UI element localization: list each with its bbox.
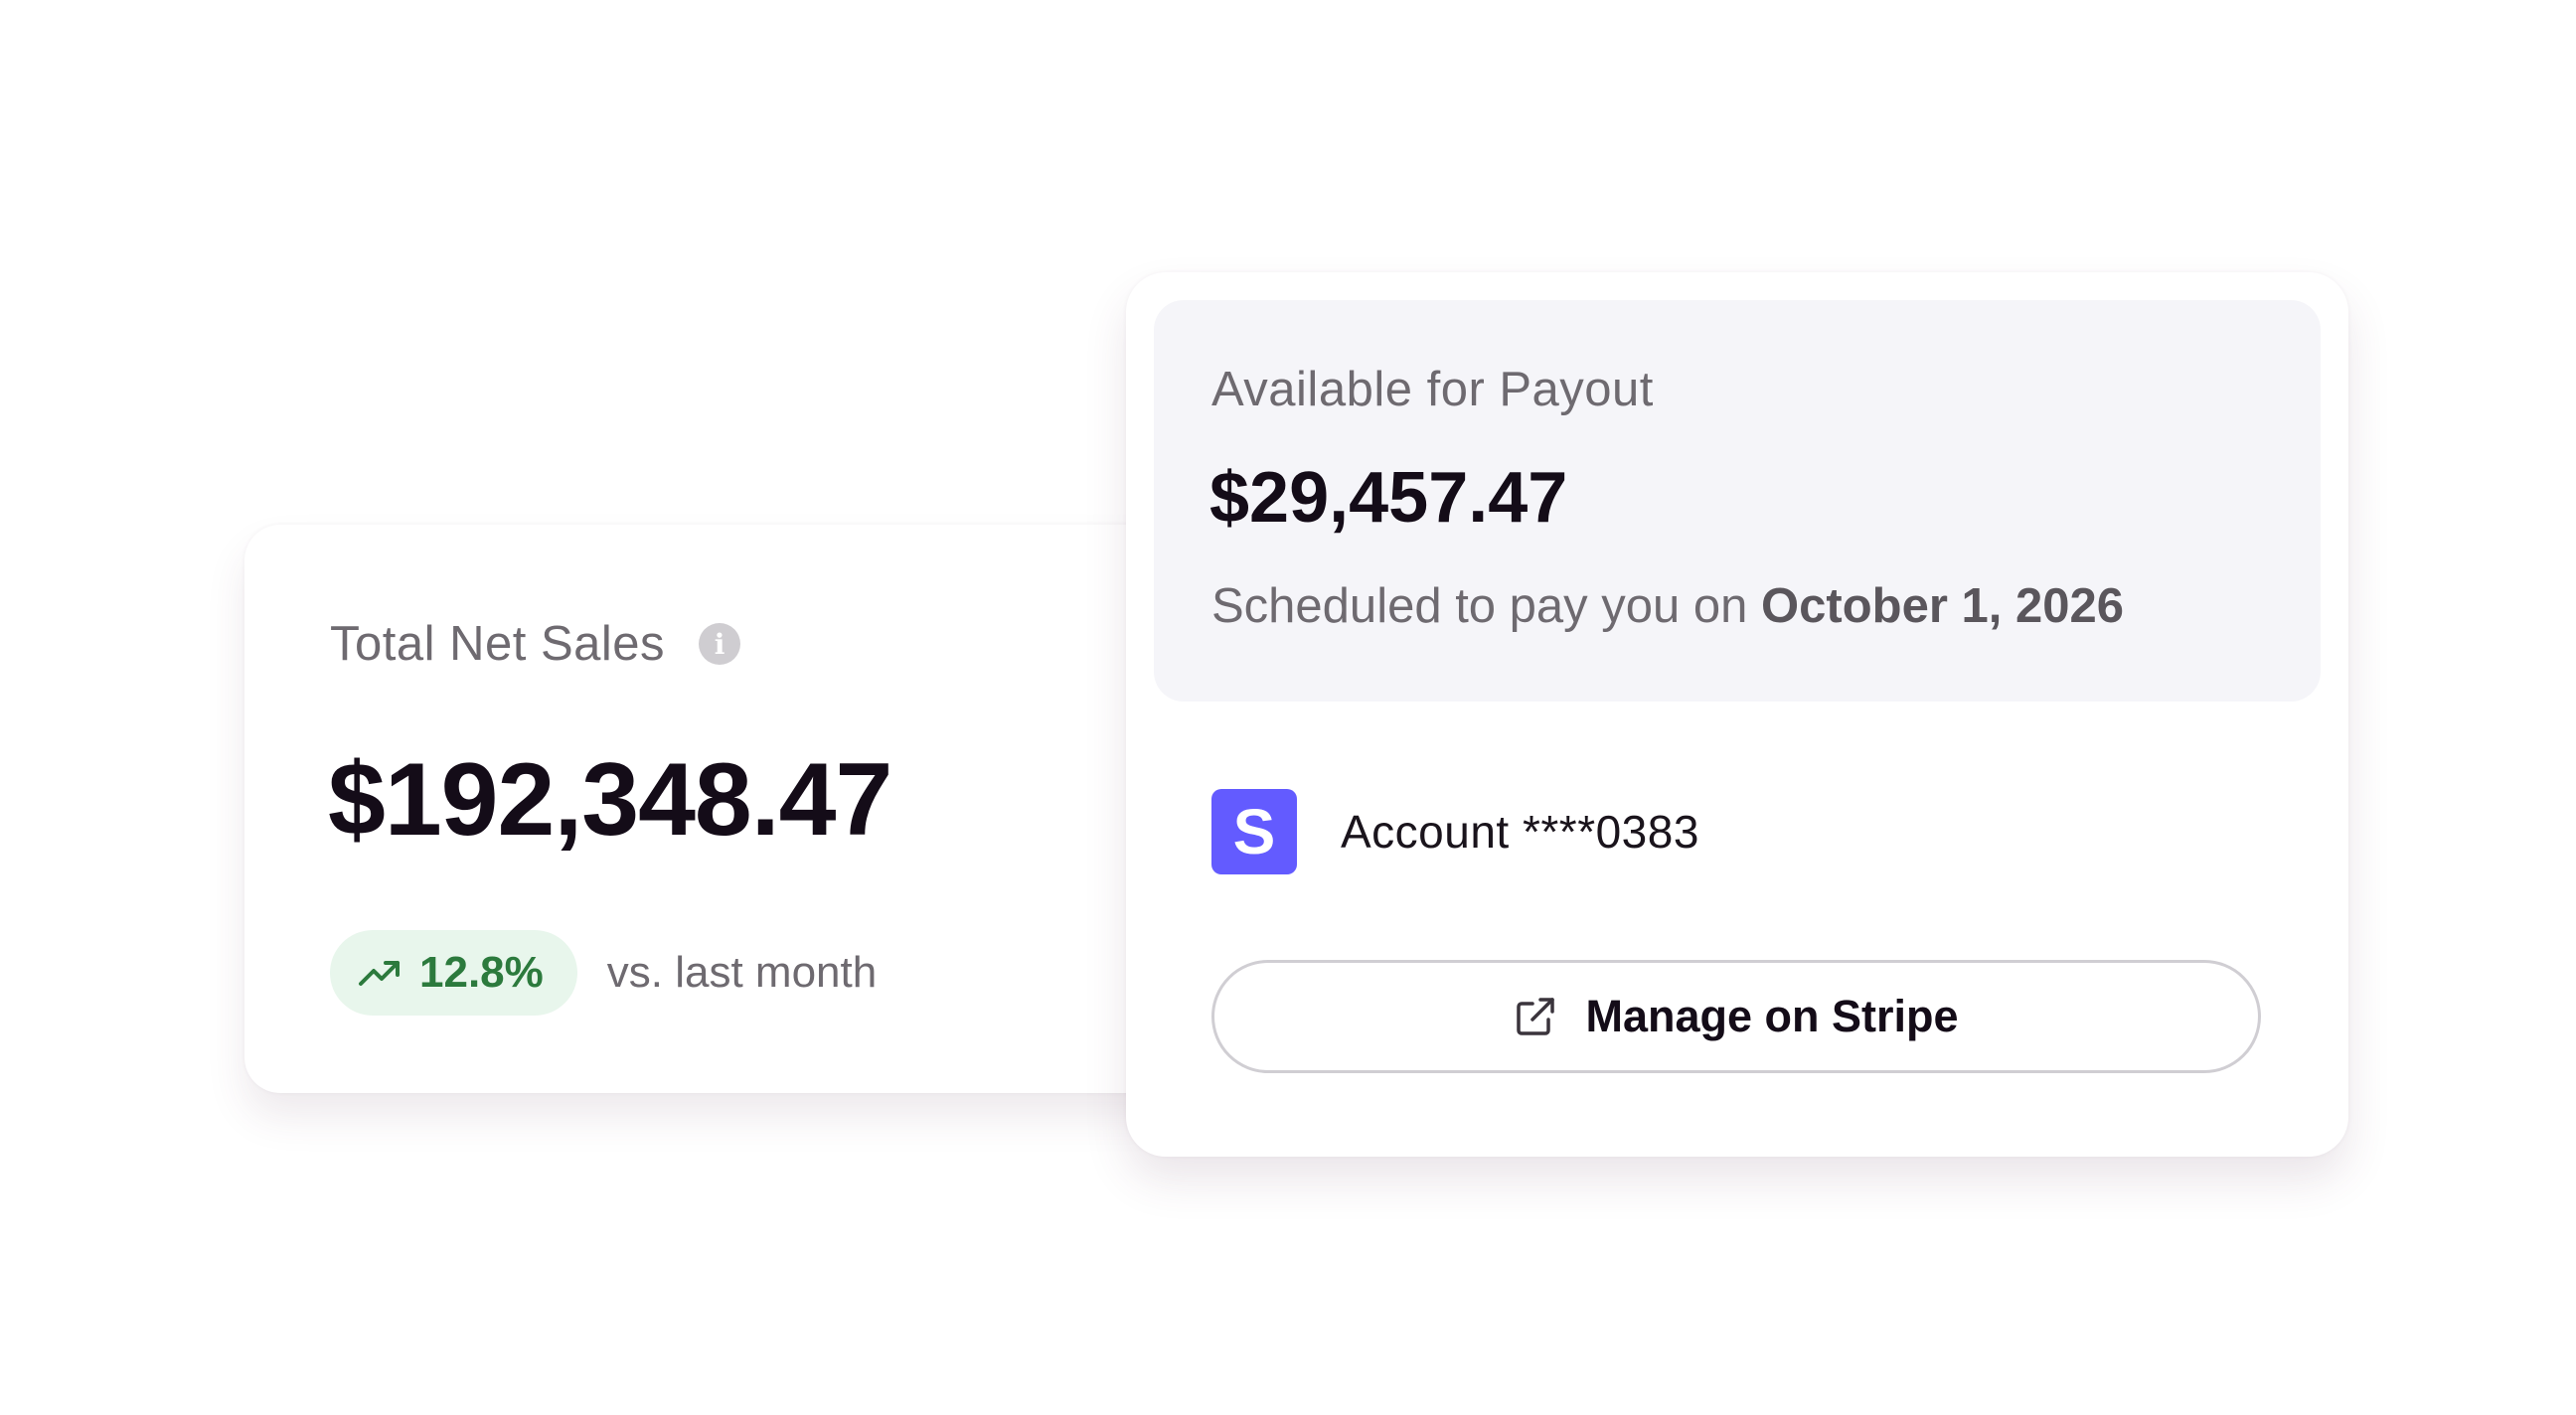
manage-on-stripe-button[interactable]: Manage on Stripe xyxy=(1211,960,2261,1073)
sales-amount: $192,348.47 xyxy=(328,742,892,858)
trend-badge: 12.8% xyxy=(330,930,577,1016)
payout-schedule-prefix: Scheduled to pay you on xyxy=(1211,579,1762,633)
payout-label: Available for Payout xyxy=(1211,363,1654,416)
info-icon[interactable]: i xyxy=(699,623,741,665)
stripe-logo: S xyxy=(1211,789,1297,874)
trend-value: 12.8% xyxy=(419,948,544,997)
trend-up-icon xyxy=(358,958,402,988)
payout-schedule: Scheduled to pay you on October 1, 2026 xyxy=(1211,578,2124,634)
payout-card: Available for Payout $29,457.47 Schedule… xyxy=(1126,272,2348,1157)
trend-caption: vs. last month xyxy=(606,948,878,997)
stage: Total Net Sales i $192,348.47 12.8% vs. … xyxy=(0,0,2576,1415)
account-number: Account ****0383 xyxy=(1341,806,1699,858)
sales-title-row: Total Net Sales i xyxy=(330,616,741,672)
sales-title: Total Net Sales xyxy=(330,617,666,671)
payout-date: October 1, 2026 xyxy=(1761,579,2124,633)
manage-button-label: Manage on Stripe xyxy=(1585,991,1959,1041)
account-row: S Account ****0383 xyxy=(1211,789,1699,874)
trend-row: 12.8% vs. last month xyxy=(330,930,877,1016)
payout-amount: $29,457.47 xyxy=(1209,458,1568,538)
payout-summary-panel: Available for Payout $29,457.47 Schedule… xyxy=(1154,300,2321,702)
external-link-icon xyxy=(1514,995,1557,1038)
total-net-sales-card: Total Net Sales i $192,348.47 12.8% vs. … xyxy=(244,525,1238,1093)
